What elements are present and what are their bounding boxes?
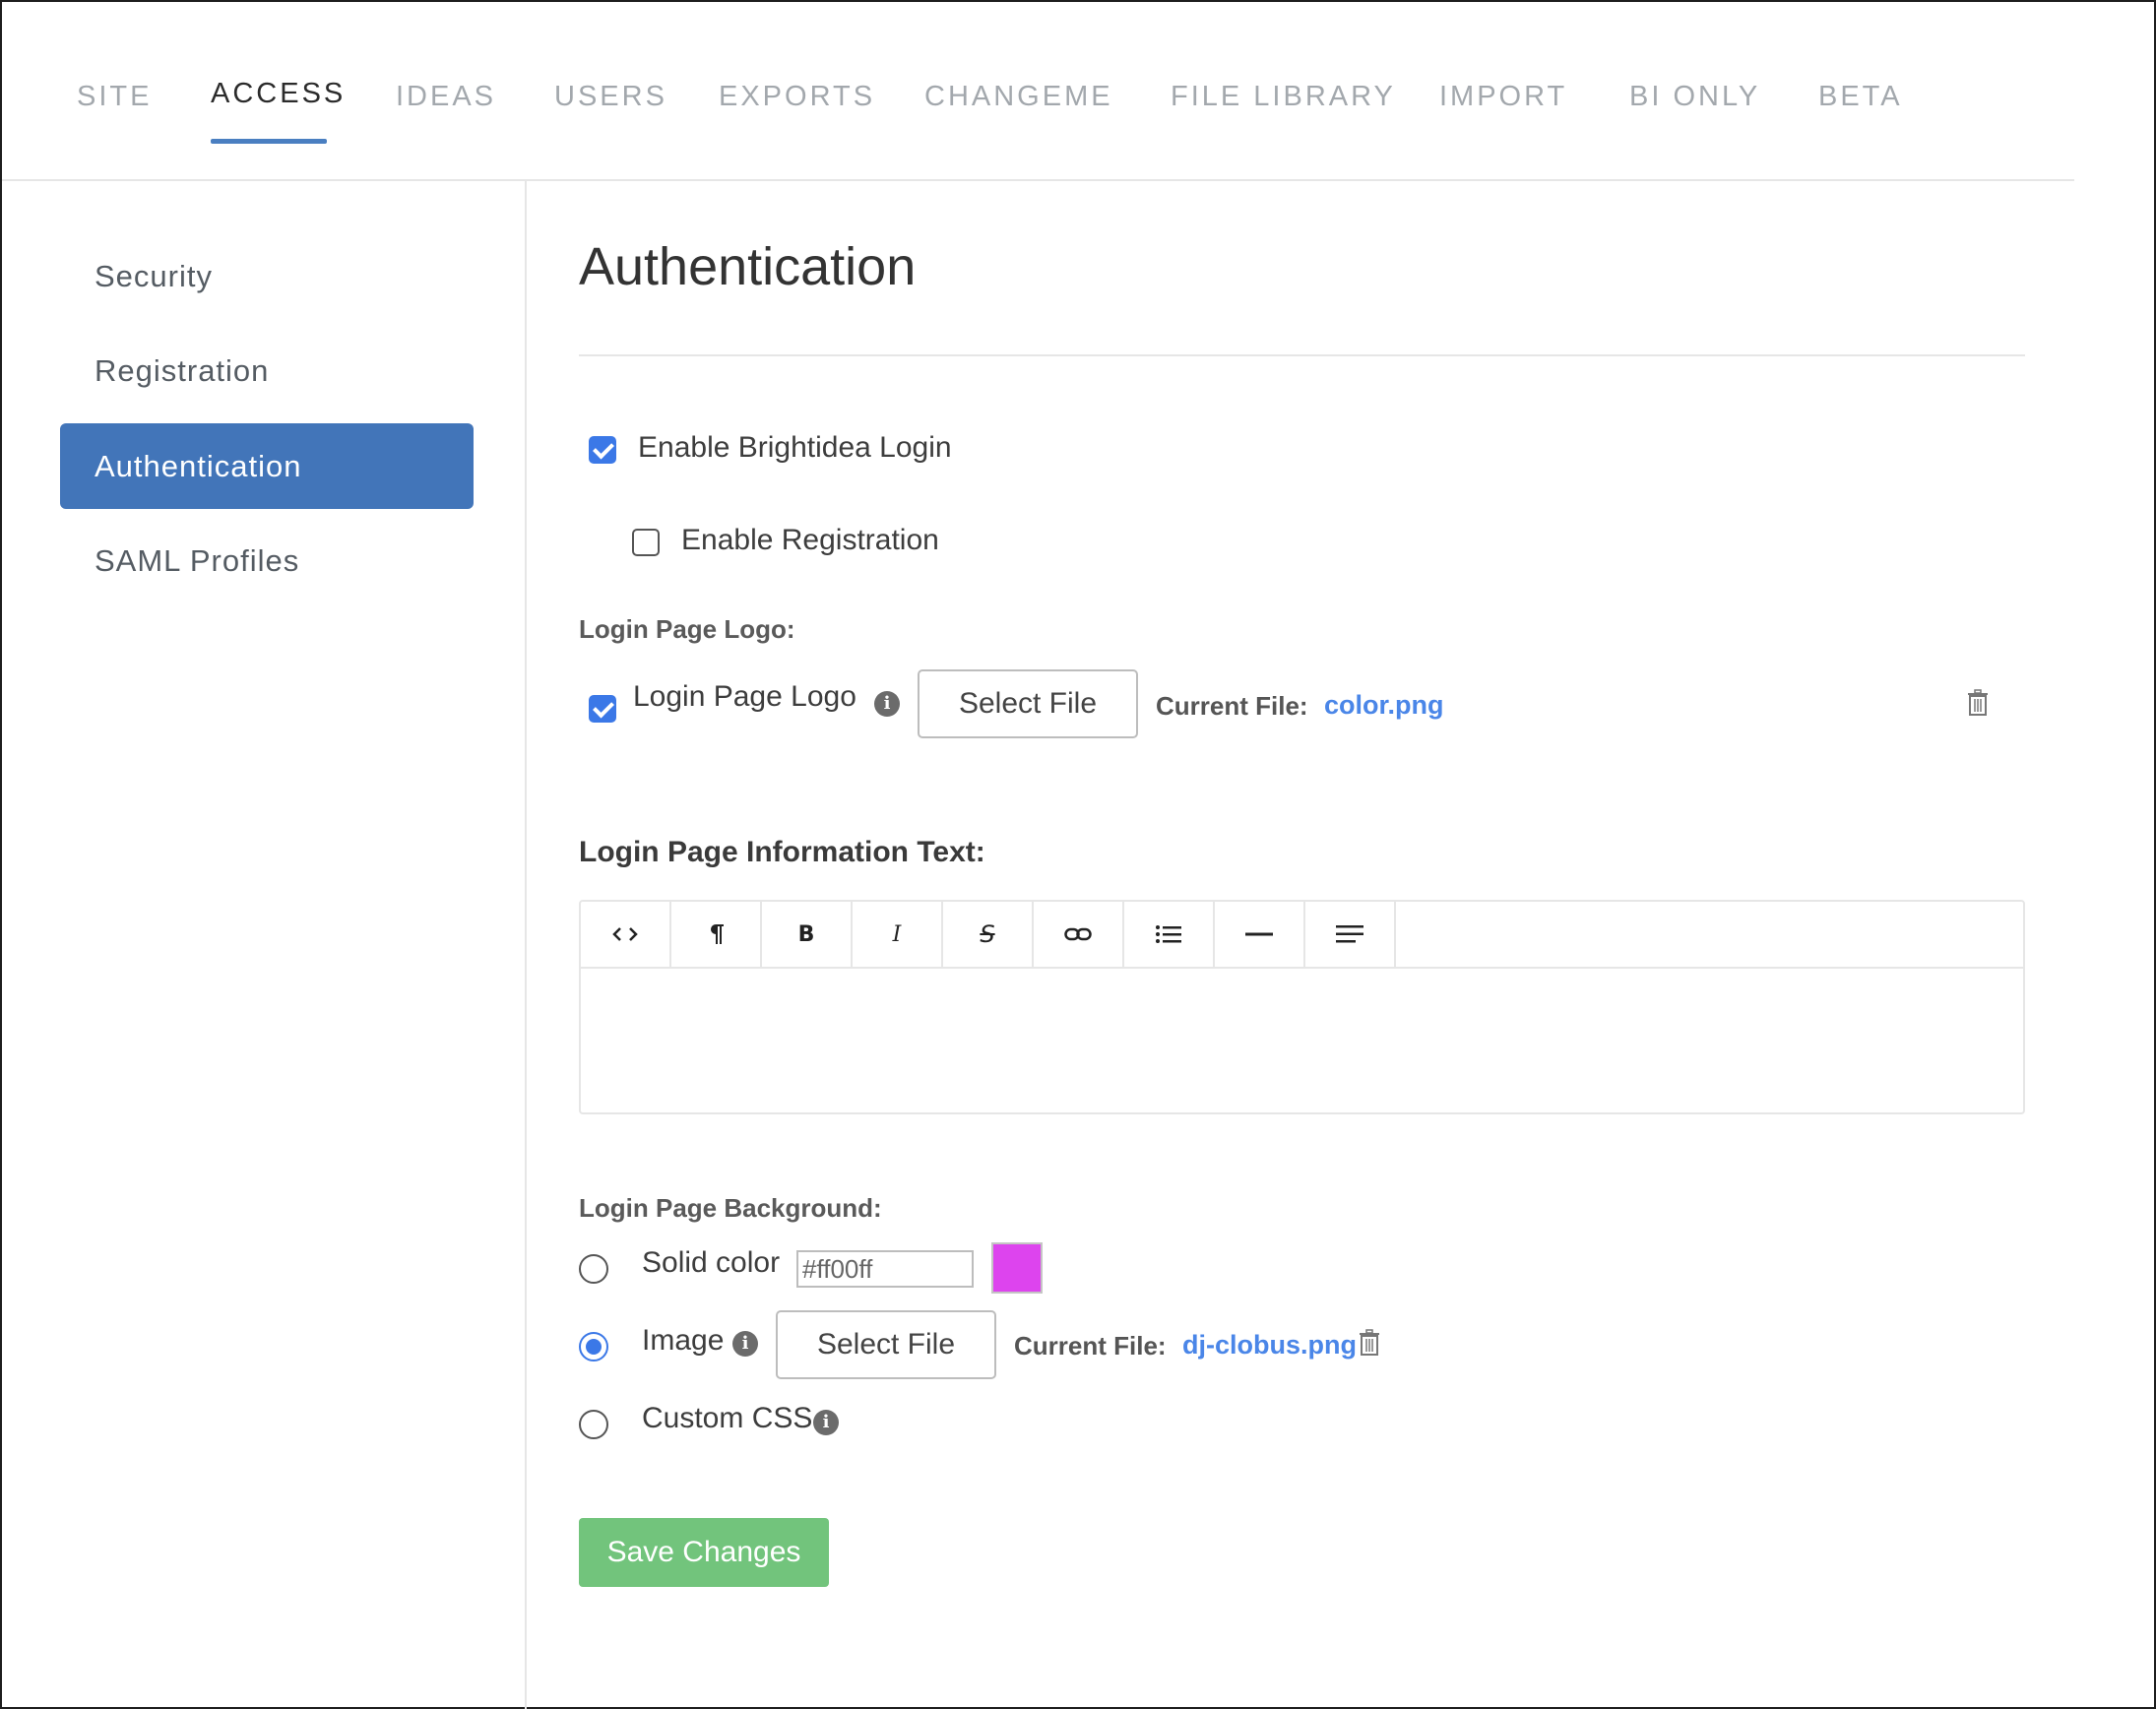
code-view-button[interactable]	[581, 902, 671, 967]
tab-exports[interactable]: EXPORTS	[719, 81, 875, 113]
enable-login-checkbox[interactable]	[589, 436, 616, 464]
tab-access[interactable]: ACCESS	[211, 78, 346, 110]
divider	[579, 354, 2025, 356]
sidebar-item-authentication[interactable]: Authentication	[60, 423, 474, 509]
main-content: Authentication Enable Brightidea Login E…	[527, 181, 2074, 1709]
list-icon	[1156, 925, 1181, 943]
bold-icon: B	[797, 921, 815, 947]
background-section-heading: Login Page Background:	[579, 1193, 882, 1223]
italic-button[interactable]: I	[853, 902, 943, 967]
logo-select-file-button[interactable]: Select File	[918, 669, 1138, 738]
solid-color-input[interactable]	[796, 1250, 974, 1288]
align-button[interactable]	[1305, 902, 1396, 967]
horizontal-rule-button[interactable]	[1215, 902, 1305, 967]
bold-button[interactable]: B	[762, 902, 853, 967]
logo-section-heading: Login Page Logo:	[579, 614, 795, 644]
tab-site[interactable]: SITE	[77, 81, 152, 113]
link-button[interactable]	[1034, 902, 1124, 967]
image-radio[interactable]	[579, 1332, 608, 1361]
info-icon[interactable]: i	[874, 691, 900, 717]
login-logo-label: Login Page Logo	[633, 680, 856, 713]
logo-current-file-label: Current File:	[1156, 691, 1308, 721]
horizontal-rule-icon	[1245, 932, 1273, 936]
image-current-file-link[interactable]: dj-clobus.png	[1182, 1330, 1357, 1361]
sidebar-item-saml-profiles[interactable]: SAML Profiles	[60, 518, 474, 603]
color-swatch[interactable]	[991, 1242, 1043, 1294]
italic-icon: I	[892, 921, 902, 947]
solid-color-label: Solid color	[642, 1246, 781, 1279]
login-logo-checkbox[interactable]	[589, 695, 616, 723]
tab-import[interactable]: IMPORT	[1439, 81, 1567, 113]
info-icon[interactable]: i	[813, 1410, 839, 1435]
strikethrough-icon: S	[980, 920, 995, 948]
tab-changeme[interactable]: CHANGEME	[924, 81, 1113, 113]
top-nav: SITE ACCESS IDEAS USERS EXPORTS CHANGEME…	[2, 2, 2074, 181]
enable-registration-checkbox[interactable]	[632, 529, 660, 556]
tab-users[interactable]: USERS	[554, 81, 667, 113]
sidebar-item-registration[interactable]: Registration	[60, 328, 474, 413]
editor-toolbar: B I S	[581, 902, 2023, 969]
paragraph-icon	[711, 924, 724, 944]
image-select-file-button[interactable]: Select File	[776, 1310, 996, 1379]
tab-ideas[interactable]: IDEAS	[396, 81, 496, 113]
custom-css-radio[interactable]	[579, 1410, 608, 1439]
align-icon	[1336, 925, 1363, 943]
trash-icon[interactable]	[1359, 1329, 1380, 1357]
custom-css-label: Custom CSS	[642, 1402, 813, 1434]
tab-bi-only[interactable]: BI ONLY	[1629, 81, 1760, 113]
enable-registration-label: Enable Registration	[681, 524, 939, 556]
paragraph-button[interactable]	[671, 902, 762, 967]
link-icon	[1064, 927, 1092, 941]
image-label: Image	[642, 1324, 725, 1357]
sidebar-item-security[interactable]: Security	[60, 233, 474, 319]
rich-text-editor: B I S	[579, 900, 2025, 1114]
tab-file-library[interactable]: FILE LIBRARY	[1171, 81, 1396, 113]
strikethrough-button[interactable]: S	[943, 902, 1034, 967]
solid-color-radio[interactable]	[579, 1254, 608, 1284]
logo-current-file-link[interactable]: color.png	[1324, 690, 1444, 721]
info-text-heading: Login Page Information Text:	[579, 836, 985, 868]
enable-login-label: Enable Brightidea Login	[638, 431, 952, 464]
info-icon[interactable]: i	[732, 1331, 758, 1357]
editor-body[interactable]	[581, 969, 2023, 1112]
sidebar: Security Registration Authentication SAM…	[2, 181, 527, 1709]
page-title: Authentication	[579, 237, 917, 296]
code-icon	[612, 927, 638, 941]
tab-beta[interactable]: BETA	[1818, 81, 1903, 113]
app-frame: SITE ACCESS IDEAS USERS EXPORTS CHANGEME…	[0, 0, 2156, 1709]
list-button[interactable]	[1124, 902, 1215, 967]
image-current-file-label: Current File:	[1014, 1331, 1167, 1361]
save-button[interactable]: Save Changes	[579, 1518, 829, 1587]
trash-icon[interactable]	[1967, 689, 1989, 717]
active-tab-indicator	[211, 139, 327, 144]
